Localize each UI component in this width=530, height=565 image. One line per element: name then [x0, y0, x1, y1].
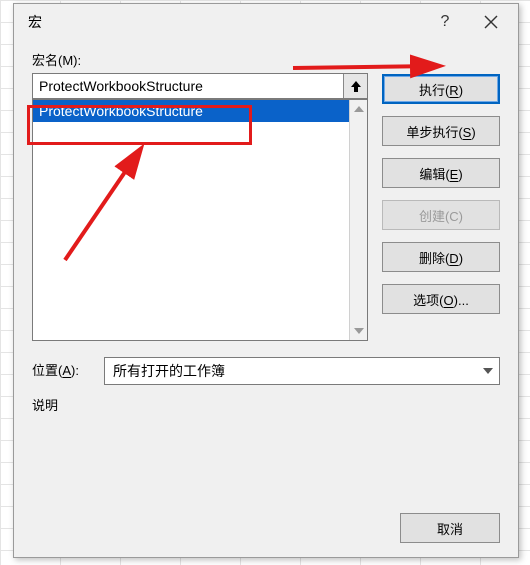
create-button: 创建(C) [382, 200, 500, 230]
close-icon [484, 15, 498, 29]
options-button[interactable]: 选项(O)... [382, 284, 500, 314]
macro-name-input[interactable] [33, 74, 343, 98]
step-button[interactable]: 单步执行(S) [382, 116, 500, 146]
help-button[interactable]: ? [422, 6, 468, 38]
scroll-down-icon [350, 322, 368, 340]
edit-button[interactable]: 编辑(E) [382, 158, 500, 188]
dialog-title: 宏 [28, 12, 422, 32]
macro-name-field-wrap [32, 73, 368, 99]
chevron-down-icon [483, 368, 493, 374]
delete-button[interactable]: 删除(D) [382, 242, 500, 272]
location-label: 位置(A): [32, 360, 94, 379]
close-button[interactable] [468, 6, 514, 38]
run-button[interactable]: 执行(R) [382, 74, 500, 104]
scroll-up-icon [350, 100, 368, 118]
macro-dialog: 宏 ? 宏名(M): [13, 3, 519, 558]
macro-name-picker-button[interactable] [343, 74, 367, 98]
cancel-button[interactable]: 取消 [400, 513, 500, 543]
description-label: 说明 [32, 395, 500, 414]
list-item[interactable]: ProtectWorkbookStructure [33, 100, 349, 122]
list-scrollbar[interactable] [349, 100, 367, 340]
description-area [32, 418, 500, 468]
dialog-body: 宏名(M): ProtectWorkbookStructure [14, 40, 518, 557]
action-buttons-column: 执行(R) 单步执行(S) 编辑(E) 创建(C) 删除(D) 选项(O)... [382, 50, 500, 341]
arrow-up-icon [350, 79, 362, 93]
location-selected-value: 所有打开的工作簿 [113, 361, 225, 381]
macro-list[interactable]: ProtectWorkbookStructure [32, 99, 368, 341]
macro-name-label: 宏名(M): [32, 50, 368, 69]
location-select[interactable]: 所有打开的工作簿 [104, 357, 500, 385]
titlebar: 宏 ? [14, 4, 518, 40]
